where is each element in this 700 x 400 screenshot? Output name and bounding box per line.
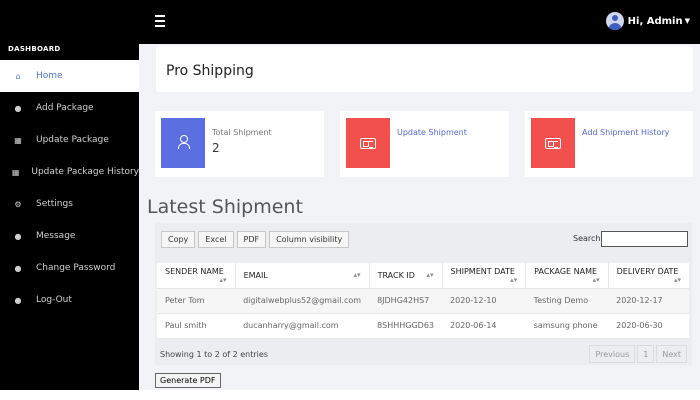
cell-sender-name: Peter Tom xyxy=(157,288,236,314)
export-buttons: Copy Excel PDF Column visibility xyxy=(161,231,352,248)
pagination-page-1[interactable]: 1 xyxy=(637,345,655,363)
column-header-delivery-date[interactable]: DELIVERY DATE ▴▾ xyxy=(607,263,689,289)
cell-track-id: 8JDHG42HS7 xyxy=(369,288,443,314)
page-title: Pro Shipping xyxy=(166,63,254,79)
cell-package-name: Testing Demo xyxy=(525,288,609,314)
update-shipment-badge xyxy=(346,118,390,168)
grid-icon: ▦ xyxy=(11,167,20,177)
shipment-table: SENDER NAME ▴▾ EMAIL ▴▾ TRACK ID ▴▾ SHIPMEN… xyxy=(157,263,689,339)
user-icon: ● xyxy=(14,295,22,305)
section-title: Latest Shipment xyxy=(147,196,303,218)
column-header-email[interactable]: EMAIL ▴▾ xyxy=(234,263,370,289)
update-shipment-link[interactable]: Update Shipment xyxy=(397,128,467,137)
sort-icon: ▴▾ xyxy=(673,275,681,284)
pagination-previous[interactable]: Previous xyxy=(589,345,636,363)
table-row: Peter Tom digitalwebplus52@gmail.com 8JD… xyxy=(157,288,689,314)
chat-icon: ● xyxy=(14,231,22,241)
id-card-icon xyxy=(545,138,561,149)
chat-icon: ● xyxy=(14,263,22,273)
total-shipment-card: Total Shipment 2 xyxy=(155,111,324,177)
excel-button[interactable]: Excel xyxy=(198,231,234,248)
id-card-icon xyxy=(360,138,376,149)
cell-delivery-date: 2020-06-30 xyxy=(608,313,689,339)
update-shipment-card[interactable]: Update Shipment xyxy=(340,111,509,177)
table-row: Paul smith ducanharry@gmail.com 8SHHHGGD… xyxy=(157,313,689,339)
column-header-track-id[interactable]: TRACK ID ▴▾ xyxy=(368,263,443,289)
sort-icon: ▴▾ xyxy=(510,275,518,284)
home-icon: ⌂ xyxy=(15,71,21,81)
add-shipment-history-badge xyxy=(531,118,575,168)
cell-email: ducanharry@gmail.com xyxy=(235,313,370,339)
pagination-next[interactable]: Next xyxy=(656,345,687,363)
sort-icon: ▴▾ xyxy=(219,275,227,284)
generate-pdf-button[interactable]: Generate PDF xyxy=(155,373,221,388)
add-shipment-history-card[interactable]: Add Shipment History xyxy=(525,111,693,177)
table-info: Showing 1 to 2 of 2 entries xyxy=(160,350,268,359)
column-header-shipment-date[interactable]: SHIPMENT DATE ▴▾ xyxy=(441,263,526,289)
cell-package-name: samsung phone xyxy=(525,313,609,339)
pdf-button[interactable]: PDF xyxy=(236,231,267,248)
sidebar-item-update-package-history[interactable]: ▦ Update Package History xyxy=(0,156,139,188)
user-icon: ● xyxy=(14,103,22,113)
hamburger-menu-icon[interactable] xyxy=(155,15,165,27)
sort-icon: ▴▾ xyxy=(592,275,600,284)
gear-icon: ⚙ xyxy=(14,199,22,209)
avatar xyxy=(605,12,624,30)
add-shipment-history-link[interactable]: Add Shipment History xyxy=(582,128,669,137)
column-header-package-name[interactable]: PACKAGE NAME ▴▾ xyxy=(525,263,609,289)
user-icon xyxy=(178,135,190,149)
user-menu[interactable]: Hi, Admin ▼ xyxy=(605,12,690,30)
total-shipment-label: Total Shipment xyxy=(212,128,272,137)
total-shipment-badge xyxy=(161,118,205,168)
column-visibility-button[interactable]: Column visibility xyxy=(269,231,350,248)
table-header-row: SENDER NAME ▴▾ EMAIL ▴▾ TRACK ID ▴▾ SHIPMEN… xyxy=(157,263,689,289)
sort-icon: ▴▾ xyxy=(426,270,434,279)
grid-icon: ▦ xyxy=(14,135,22,145)
shipment-datatable: Copy Excel PDF Column visibility Search:… xyxy=(155,223,692,365)
sort-icon: ▴▾ xyxy=(353,270,361,279)
pagination: Previous 1 Next xyxy=(587,345,687,363)
page-title-card: Pro Shipping xyxy=(156,46,693,92)
cell-sender-name: Paul smith xyxy=(157,313,236,339)
cell-delivery-date: 2020-12-17 xyxy=(608,288,689,314)
sidebar-item-message[interactable]: ● Message xyxy=(0,220,139,252)
column-header-sender-name[interactable]: SENDER NAME ▴▾ xyxy=(157,263,236,289)
cell-shipment-date: 2020-12-10 xyxy=(442,288,526,314)
cell-track-id: 8SHHHGGD63 xyxy=(369,313,443,339)
cell-shipment-date: 2020-06-14 xyxy=(442,313,526,339)
total-shipment-value: 2 xyxy=(212,141,220,155)
user-greeting: Hi, Admin xyxy=(627,15,683,27)
sidebar-item-add-package[interactable]: ● Add Package xyxy=(0,92,139,124)
top-navbar: Hi, Admin ▼ xyxy=(0,0,700,44)
caret-down-icon: ▼ xyxy=(684,17,690,25)
sidebar-heading: DASHBOARD xyxy=(8,45,61,53)
sidebar-item-change-password[interactable]: ● Change Password xyxy=(0,252,139,284)
sidebar-item-log-out[interactable]: ● Log-Out xyxy=(0,284,139,316)
copy-button[interactable]: Copy xyxy=(161,231,196,248)
sidebar-item-settings[interactable]: ⚙ Settings xyxy=(0,188,139,220)
cell-email: digitalwebplus52@gmail.com xyxy=(235,288,370,314)
sidebar-item-update-package[interactable]: ▦ Update Package xyxy=(0,124,139,156)
search-input[interactable] xyxy=(601,231,688,247)
search-label: Search: xyxy=(573,234,604,243)
sidebar-item-home[interactable]: ⌂ Home xyxy=(0,60,139,92)
